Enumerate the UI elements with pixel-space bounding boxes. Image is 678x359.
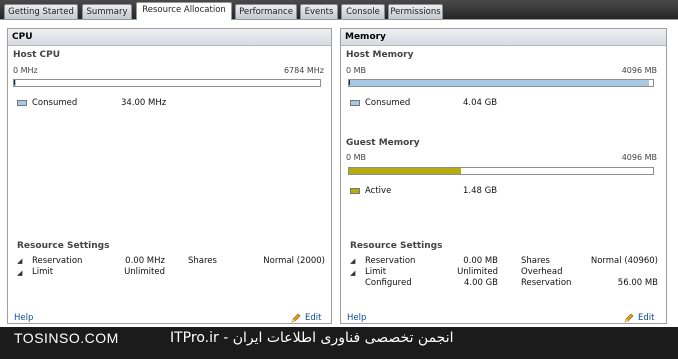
memory-consumed-swatch	[350, 100, 360, 106]
host-memory-bar	[348, 79, 654, 87]
guest-memory-max: 4096 MB	[621, 153, 657, 162]
watermark-footer: TOSINSO.COM ITPro.ir - انجمن تخصصی فناور…	[0, 327, 678, 359]
guest-memory-bar-fill	[349, 168, 462, 174]
memory-help-link[interactable]: Help	[347, 313, 366, 323]
host-memory-bar-fill	[349, 80, 650, 86]
host-cpu-label: Host CPU	[13, 50, 61, 60]
cpu-consumed-value: 34.00 MHz	[121, 98, 167, 108]
tab-getting-started[interactable]: Getting Started	[4, 4, 78, 19]
memory-overhead-reservation-value: 56.00 MB	[617, 278, 658, 288]
guest-memory-bar	[348, 167, 654, 175]
memory-panel-title: Memory	[341, 29, 666, 46]
memory-active-swatch	[350, 188, 360, 194]
memory-limit-value: Unlimited	[457, 267, 498, 277]
memory-active-label: Active	[365, 186, 392, 196]
memory-resource-settings-title: Resource Settings	[350, 241, 443, 251]
tab-resource-allocation[interactable]: Resource Allocation	[136, 2, 232, 20]
memory-overhead-reservation-label: Reservation	[521, 278, 572, 288]
watermark-left: TOSINSO.COM	[14, 330, 119, 346]
cpu-consumed-label: Consumed	[32, 98, 78, 108]
edit-pencil-icon[interactable]	[291, 313, 301, 323]
cpu-shares-label: Shares	[188, 256, 217, 266]
memory-panel: Memory Host Memory 0 MB 4096 MB Consumed…	[340, 28, 667, 324]
cpu-resource-settings-title: Resource Settings	[17, 241, 110, 251]
reservation-arrow-icon: ◢	[17, 257, 23, 265]
memory-reservation-value: 0.00 MB	[463, 256, 498, 266]
memory-configured-label: Configured	[365, 278, 412, 288]
cpu-panel-title: CPU	[8, 29, 331, 46]
cpu-shares-value: Normal (2000)	[263, 256, 325, 266]
host-cpu-max: 6784 MHz	[283, 66, 324, 75]
tab-console[interactable]: Console	[341, 4, 385, 19]
cpu-limit-label: Limit	[32, 267, 54, 277]
limit-arrow-icon: ◢	[350, 269, 356, 277]
memory-reservation-label: Reservation	[365, 256, 416, 266]
tab-events[interactable]: Events	[300, 4, 338, 19]
memory-overhead-label: Overhead	[521, 267, 563, 277]
cpu-help-link[interactable]: Help	[14, 313, 33, 323]
host-memory-min: 0 MB	[346, 66, 367, 75]
tab-bar: Getting Started Summary Resource Allocat…	[0, 0, 678, 20]
reservation-arrow-icon: ◢	[350, 257, 356, 265]
memory-shares-label: Shares	[521, 256, 550, 266]
watermark-right: ITPro.ir - انجمن تخصصی فناوری اطلاعات ای…	[170, 330, 454, 346]
cpu-reservation-value: 0.00 MHz	[125, 256, 165, 266]
cpu-panel: CPU Host CPU 0 MHz 6784 MHz Consumed 34.…	[7, 28, 332, 324]
memory-consumed-label: Consumed	[365, 98, 411, 108]
memory-shares-value: Normal (40960)	[590, 256, 658, 266]
cpu-edit-link[interactable]: Edit	[305, 313, 321, 323]
host-memory-max: 4096 MB	[621, 66, 657, 75]
cpu-consumed-swatch	[17, 100, 27, 106]
cpu-reservation-label: Reservation	[32, 256, 83, 266]
resource-allocation-content: CPU Host CPU 0 MHz 6784 MHz Consumed 34.…	[0, 19, 678, 327]
host-cpu-marker	[14, 80, 18, 85]
host-memory-label: Host Memory	[346, 50, 414, 60]
edit-pencil-icon[interactable]	[624, 313, 634, 323]
guest-memory-label: Guest Memory	[346, 138, 420, 148]
guest-memory-min: 0 MB	[346, 153, 367, 162]
memory-consumed-value: 4.04 GB	[463, 98, 498, 108]
memory-active-value: 1.48 GB	[463, 186, 498, 196]
tab-permissions[interactable]: Permissions	[388, 4, 443, 19]
memory-edit-link[interactable]: Edit	[638, 313, 654, 323]
host-cpu-bar	[13, 79, 321, 87]
cpu-limit-value: Unlimited	[124, 267, 165, 277]
host-cpu-min: 0 MHz	[13, 66, 38, 75]
memory-limit-label: Limit	[365, 267, 387, 277]
tab-performance[interactable]: Performance	[235, 4, 297, 19]
host-memory-marker	[349, 80, 353, 85]
limit-arrow-icon: ◢	[17, 269, 23, 277]
memory-configured-value: 4.00 GB	[463, 278, 498, 288]
tab-summary[interactable]: Summary	[82, 4, 132, 19]
